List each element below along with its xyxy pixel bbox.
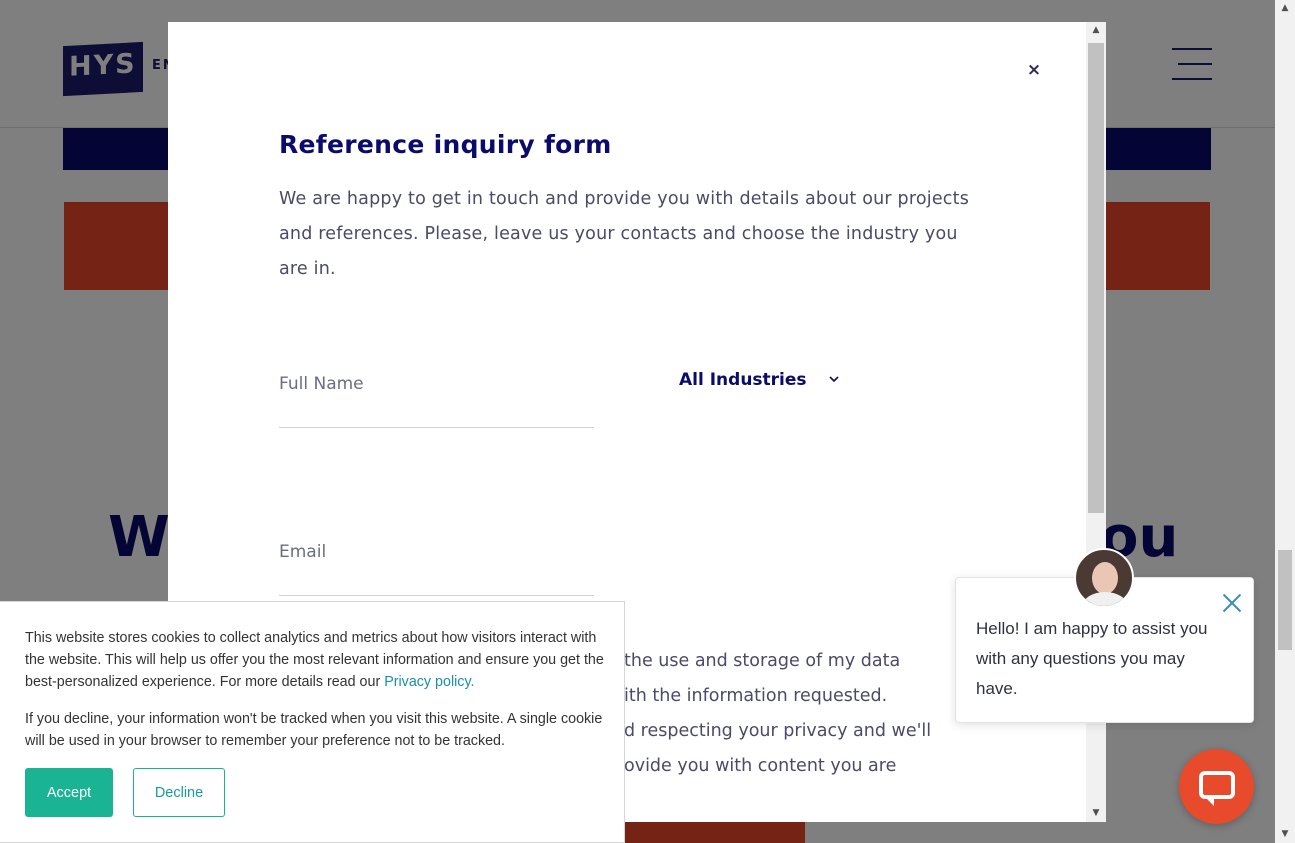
cookie-text-primary: This website stores cookies to collect a… xyxy=(25,630,604,690)
industry-select[interactable]: All Industries xyxy=(679,370,839,390)
cookie-banner: This website stores cookies to collect a… xyxy=(0,601,625,843)
consent-text: the use and storage of my data ith the i… xyxy=(624,644,984,784)
scroll-down-arrow-icon[interactable]: ▼ xyxy=(1275,826,1295,843)
chat-close-icon[interactable] xyxy=(1220,591,1244,615)
close-icon[interactable]: × xyxy=(1026,58,1042,82)
privacy-policy-link[interactable]: Privacy policy. xyxy=(384,674,474,690)
consent-line: ovide you with content you are xyxy=(624,756,897,776)
modal-scrollbar-thumb[interactable] xyxy=(1088,43,1104,513)
chat-bubble-icon xyxy=(1199,771,1235,799)
consent-line: d respecting your privacy and we'll xyxy=(624,721,932,741)
cookie-text-secondary: If you decline, your information won't b… xyxy=(25,711,603,749)
scroll-up-arrow-icon[interactable]: ▲ xyxy=(1086,22,1106,39)
email-field xyxy=(279,532,594,596)
page-scrollbar[interactable]: ▲ ▼ xyxy=(1275,0,1295,843)
scroll-up-arrow-icon[interactable]: ▲ xyxy=(1275,0,1295,17)
full-name-field xyxy=(279,364,594,428)
industry-select-value: All Industries xyxy=(679,370,807,390)
scroll-down-arrow-icon[interactable]: ▼ xyxy=(1086,805,1106,822)
accept-cookies-button[interactable]: Accept xyxy=(25,768,113,817)
modal-title: Reference inquiry form xyxy=(279,130,612,159)
chat-agent-avatar xyxy=(1074,548,1134,608)
chat-launcher-button[interactable] xyxy=(1179,749,1254,824)
chat-greeting-message: Hello! I am happy to assist you with any… xyxy=(976,619,1208,698)
chevron-down-icon xyxy=(828,375,839,386)
modal-intro-text: We are happy to get in touch and provide… xyxy=(279,189,970,279)
email-input[interactable] xyxy=(279,532,594,572)
page-scrollbar-thumb[interactable] xyxy=(1278,550,1292,650)
full-name-input[interactable] xyxy=(279,364,594,404)
decline-cookies-button[interactable]: Decline xyxy=(133,768,225,817)
consent-line: ith the information requested. xyxy=(624,686,888,706)
consent-line: the use and storage of my data xyxy=(624,651,901,671)
